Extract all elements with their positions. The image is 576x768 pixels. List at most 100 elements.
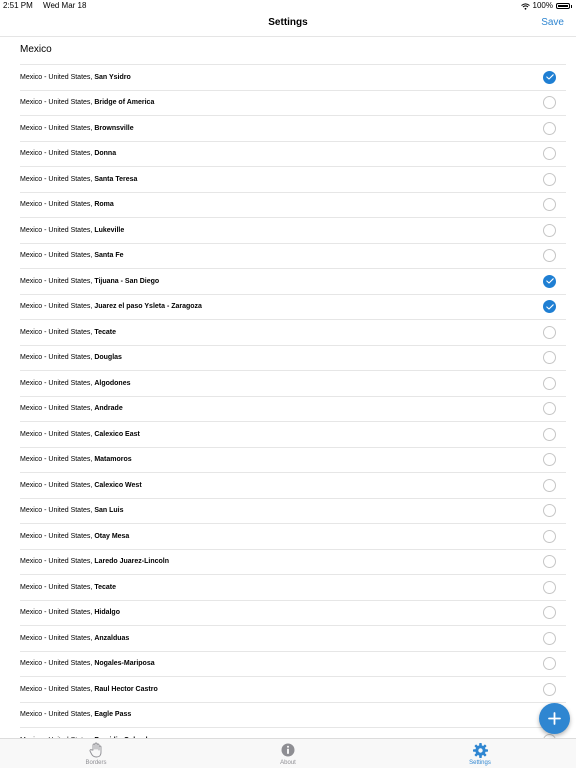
tab-bar: Borders About Settings <box>0 738 576 768</box>
crossing-city: Santa Fe <box>94 252 124 260</box>
crossing-city: Calexico East <box>94 430 140 438</box>
crossing-row[interactable]: Mexico - United States, Santa Teresa <box>20 166 566 192</box>
checkmark-empty-icon[interactable] <box>543 325 556 339</box>
crossing-prefix: Mexico - United States, <box>20 354 95 362</box>
crossing-prefix: Mexico - United States, <box>20 99 95 107</box>
checkmark-empty-icon[interactable] <box>543 504 556 518</box>
checkmark-empty-icon[interactable] <box>543 529 556 543</box>
crossing-row[interactable]: Mexico - United States, Juarez el paso Y… <box>20 293 566 320</box>
checkmark-empty-icon[interactable] <box>543 555 556 569</box>
crossing-row[interactable]: Mexico - United States, Lukeville <box>20 217 566 243</box>
crossing-row[interactable]: Mexico - United States, Otay Mesa <box>20 523 566 549</box>
checkmark-empty-icon[interactable] <box>543 427 556 441</box>
crossing-city: Hidalgo <box>94 609 120 617</box>
crossing-prefix: Mexico - United States, <box>20 660 95 668</box>
crossing-row[interactable]: Mexico - United States, Presidio Columbu… <box>20 727 566 738</box>
battery-percent: 100% <box>532 1 553 10</box>
tab-label: Settings <box>469 760 491 766</box>
add-button[interactable] <box>539 703 570 734</box>
battery-tip <box>571 4 572 8</box>
crossing-row[interactable]: Mexico - United States, San Ysidro <box>20 64 566 90</box>
crossing-row[interactable]: Mexico - United States, Anzalduas <box>20 625 566 651</box>
crossing-city: Brownsville <box>94 124 134 132</box>
crossing-row[interactable]: Mexico - United States, Calexico East <box>20 421 566 447</box>
checkmark-empty-icon[interactable] <box>543 682 556 696</box>
tab-label: About <box>280 760 296 766</box>
crossing-prefix: Mexico - United States, <box>20 405 95 413</box>
checkmark-empty-icon[interactable] <box>543 147 556 161</box>
checkmark-empty-icon[interactable] <box>543 631 556 645</box>
crossing-row[interactable]: Mexico - United States, Tecate <box>20 319 566 345</box>
crossing-row[interactable]: Mexico - United States, Algodones <box>20 370 566 396</box>
crossing-row[interactable]: Mexico - United States, Laredo Juarez-Li… <box>20 548 566 575</box>
crossing-city: Matamoros <box>94 456 132 464</box>
crossing-prefix: Mexico - United States, <box>20 124 95 132</box>
status-date: Wed Mar 18 <box>43 1 87 10</box>
crossing-city: Raul Hector Castro <box>94 685 158 693</box>
tab-borders[interactable]: Borders <box>0 739 192 768</box>
hand-icon <box>88 742 104 758</box>
checkmark-selected-icon[interactable] <box>543 300 556 314</box>
save-button[interactable]: Save <box>541 17 564 28</box>
checkmark-empty-icon[interactable] <box>543 351 556 365</box>
crossing-prefix: Mexico - United States, <box>20 507 95 515</box>
tab-about[interactable]: About <box>192 739 384 768</box>
checkmark-empty-icon[interactable] <box>543 249 556 263</box>
crossing-prefix: Mexico - United States, <box>20 456 95 464</box>
checkmark-selected-icon[interactable] <box>543 70 556 84</box>
checkmark-empty-icon[interactable] <box>543 453 556 467</box>
checkmark-selected-icon[interactable] <box>543 274 556 288</box>
status-time: 2:51 PM <box>3 1 33 10</box>
crossing-prefix: Mexico - United States, <box>20 430 95 438</box>
checkmark-empty-icon[interactable] <box>543 402 556 416</box>
crossing-row[interactable]: Mexico - United States, Hidalgo <box>20 599 566 626</box>
crossing-row[interactable]: Mexico - United States, Matamoros <box>20 446 566 473</box>
crossing-row[interactable]: Mexico - United States, Santa Fe <box>20 242 566 269</box>
crossing-city: San Luis <box>94 507 124 515</box>
checkmark-empty-icon[interactable] <box>543 172 556 186</box>
info-icon <box>280 742 296 758</box>
crossing-row[interactable]: Mexico - United States, Brownsville <box>20 115 566 141</box>
crossing-row[interactable]: Mexico - United States, Eagle Pass <box>20 701 566 728</box>
crossing-city: Roma <box>94 201 114 209</box>
checkmark-empty-icon[interactable] <box>543 223 556 237</box>
checkmark-empty-icon[interactable] <box>543 478 556 492</box>
crossing-row[interactable]: Mexico - United States, Roma <box>20 191 566 218</box>
crossing-row[interactable]: Mexico - United States, Raul Hector Cast… <box>20 676 566 702</box>
crossing-row[interactable]: Mexico - United States, Tijuana - San Di… <box>20 268 566 294</box>
crossing-city: Douglas <box>94 354 122 362</box>
crossing-row[interactable]: Mexico - United States, Donna <box>20 140 566 167</box>
crossing-prefix: Mexico - United States, <box>20 634 95 642</box>
checkmark-empty-icon[interactable] <box>543 606 556 620</box>
crossing-prefix: Mexico - United States, <box>20 379 95 387</box>
crossing-prefix: Mexico - United States, <box>20 277 95 285</box>
crossing-city: Otay Mesa <box>94 532 130 540</box>
checkmark-empty-icon[interactable] <box>543 96 556 110</box>
crossing-row[interactable]: Mexico - United States, Calexico West <box>20 472 566 498</box>
crossing-prefix: Mexico - United States, <box>20 226 95 234</box>
checkmark-empty-icon[interactable] <box>543 376 556 390</box>
crossing-row[interactable]: Mexico - United States, Douglas <box>20 344 566 371</box>
crossing-row[interactable]: Mexico - United States, San Luis <box>20 497 566 524</box>
checkmark-empty-icon[interactable] <box>543 580 556 594</box>
checkmark-empty-icon[interactable] <box>543 198 556 212</box>
tab-settings[interactable]: Settings <box>384 739 576 768</box>
settings-content[interactable]: Mexico Mexico - United States, San Ysidr… <box>0 37 576 738</box>
crossing-city: Nogales-Mariposa <box>94 660 155 668</box>
crossing-city: Laredo Juarez-Lincoln <box>94 558 169 566</box>
crossing-row[interactable]: Mexico - United States, Nogales-Mariposa <box>20 650 566 677</box>
crossing-row[interactable]: Mexico - United States, Andrade <box>20 395 566 422</box>
crossing-prefix: Mexico - United States, <box>20 150 95 158</box>
crossing-row[interactable]: Mexico - United States, Tecate <box>20 574 566 600</box>
crossing-city: San Ysidro <box>94 73 131 81</box>
page-title: Settings <box>268 17 308 28</box>
crossing-row[interactable]: Mexico - United States, Bridge of Americ… <box>20 89 566 116</box>
status-right: 100% <box>520 0 572 12</box>
checkmark-empty-icon[interactable] <box>543 657 556 671</box>
crossing-city: Juarez el paso Ysleta - Zaragoza <box>94 303 202 311</box>
section-header-mexico: Mexico <box>20 44 52 55</box>
crossing-prefix: Mexico - United States, <box>20 532 95 540</box>
checkmark-empty-icon[interactable] <box>543 121 556 135</box>
status-bar: 2:51 PM Wed Mar 18 100% <box>0 0 576 12</box>
status-left: 2:51 PM Wed Mar 18 <box>3 0 94 12</box>
